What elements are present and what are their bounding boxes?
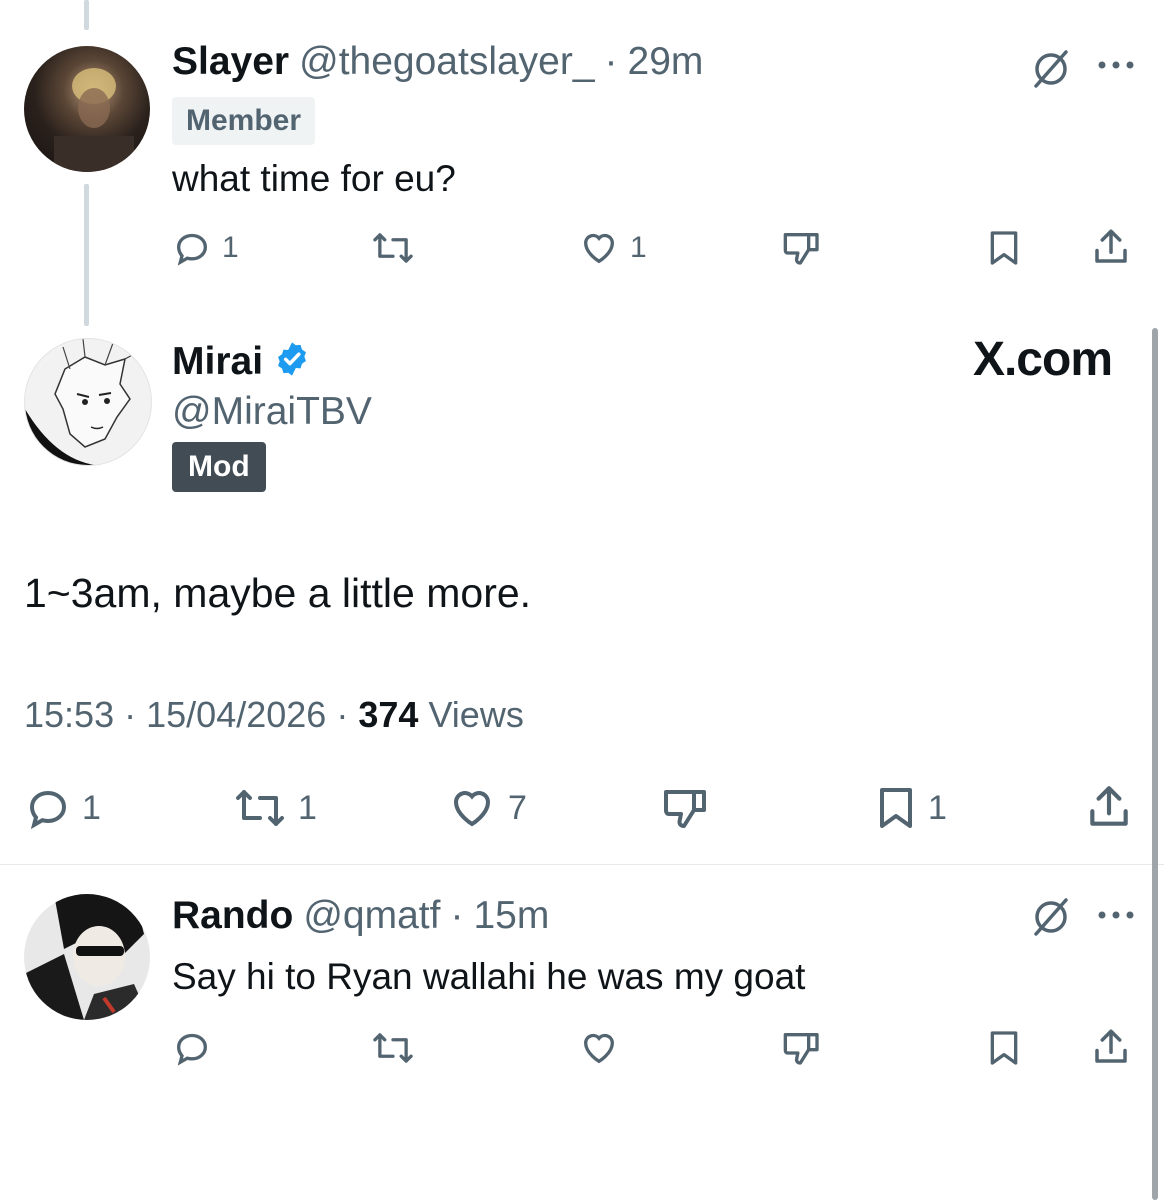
share-icon: [1090, 786, 1128, 826]
dislike-icon: [783, 1033, 819, 1065]
more-icon[interactable]: [1096, 908, 1136, 927]
rando-like-button[interactable]: [578, 1028, 620, 1068]
dislike-icon: [783, 233, 819, 265]
mirai-reply-count: 1: [82, 788, 101, 827]
tweet-time[interactable]: 15:53: [24, 694, 114, 735]
member-badge: Member: [172, 97, 316, 145]
slayer-bookmark-button[interactable]: [986, 228, 1022, 268]
section-divider: [0, 864, 1164, 865]
mirai-name-row: Mirai: [172, 336, 311, 384]
x-com-watermark: X.com: [972, 333, 1113, 386]
scrollbar[interactable]: [1152, 328, 1158, 1200]
mirai-repost-count: 1: [298, 788, 317, 827]
rando-name[interactable]: Rando: [172, 894, 293, 938]
slayer-dislike-button[interactable]: [780, 228, 824, 268]
like-icon: [583, 1033, 615, 1064]
rando-time[interactable]: 15m: [473, 894, 549, 938]
rando-header: Rando @qmatf · 15m: [172, 894, 549, 938]
mirai-bookmark-count: 1: [928, 788, 947, 827]
rando-repost-button[interactable]: [370, 1028, 416, 1068]
bookmark-icon: [880, 788, 912, 828]
tweet-date[interactable]: 15/04/2026: [146, 694, 326, 735]
thread-line-top: [84, 0, 89, 30]
mirai-handle[interactable]: @MiraiTBV: [172, 390, 372, 434]
separator-dot: ·: [450, 894, 464, 937]
mirai-text: 1~3am, maybe a little more.: [24, 570, 532, 616]
rando-avatar[interactable]: [24, 894, 150, 1020]
rando-share-button[interactable]: [1090, 1026, 1132, 1068]
like-icon: [453, 791, 491, 827]
reply-icon: [176, 233, 208, 266]
slayer-repost-button[interactable]: [370, 228, 416, 268]
verified-icon: [273, 340, 311, 383]
reply-icon: [176, 1033, 208, 1066]
grok-icon[interactable]: [1030, 896, 1072, 943]
mirai-like-count: 7: [508, 788, 527, 827]
slayer-share-button[interactable]: [1090, 226, 1132, 268]
mirai-repost-button[interactable]: 1: [232, 784, 317, 832]
slayer-reply-count: 1: [222, 231, 239, 264]
reply-icon: [29, 790, 67, 830]
bookmark-icon: [990, 231, 1018, 265]
slayer-name[interactable]: Slayer: [172, 40, 289, 84]
separator-dot: ·: [604, 40, 618, 83]
repost-icon: [373, 1033, 413, 1063]
rando-dislike-button[interactable]: [780, 1028, 824, 1068]
mirai-like-button[interactable]: 7: [446, 784, 527, 832]
slayer-header: Slayer @thegoatslayer_ · 29m: [172, 40, 703, 84]
repost-icon: [236, 790, 284, 826]
slayer-reply-button[interactable]: 1: [172, 228, 239, 268]
dislike-icon: [664, 790, 706, 828]
mirai-avatar[interactable]: [24, 338, 152, 466]
bookmark-icon: [990, 1031, 1018, 1065]
grok-icon[interactable]: [1030, 48, 1072, 95]
repost-icon: [373, 233, 413, 263]
rando-text: Say hi to Ryan wallahi he was my goat: [172, 956, 806, 997]
more-icon[interactable]: [1096, 58, 1136, 77]
mod-badge: Mod: [172, 442, 266, 492]
rando-reply-button[interactable]: [172, 1028, 212, 1068]
thread-line-mid: [84, 184, 89, 326]
slayer-handle[interactable]: @thegoatslayer_: [299, 40, 594, 84]
mirai-reply-button[interactable]: 1: [24, 784, 101, 832]
slayer-avatar[interactable]: [24, 46, 150, 172]
mirai-dislike-button[interactable]: [660, 784, 712, 832]
views-label: Views: [428, 694, 524, 735]
rando-handle[interactable]: @qmatf: [303, 894, 440, 938]
slayer-time[interactable]: 29m: [628, 40, 704, 84]
slayer-like-button[interactable]: 1: [578, 228, 647, 268]
rando-bookmark-button[interactable]: [986, 1028, 1022, 1068]
share-icon: [1095, 229, 1127, 263]
slayer-text: what time for eu?: [172, 158, 456, 199]
slayer-like-count: 1: [630, 231, 647, 264]
mirai-share-button[interactable]: [1084, 782, 1134, 832]
share-icon: [1095, 1029, 1127, 1063]
mirai-bookmark-button[interactable]: 1: [874, 784, 947, 832]
tweet-meta: 15:53 · 15/04/2026 · 374 Views: [24, 694, 524, 735]
views-count: 374: [358, 694, 419, 735]
like-icon: [583, 233, 615, 264]
mirai-name[interactable]: Mirai: [172, 340, 263, 384]
